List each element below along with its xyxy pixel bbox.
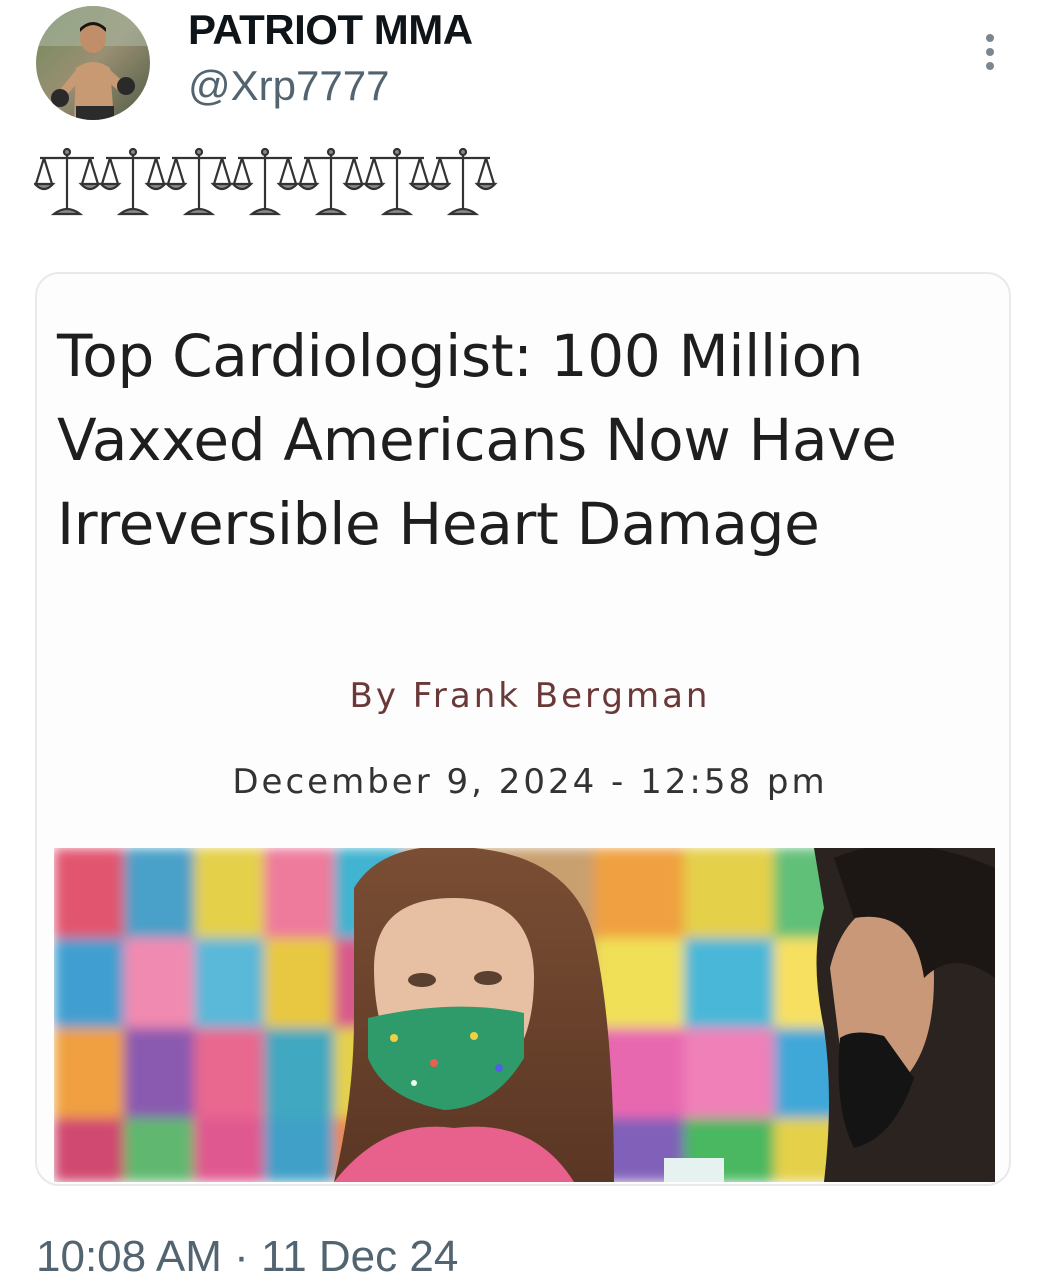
balance-scale-icon-part: [34, 157, 46, 185]
article-headline: Top Cardiologist: 100 Million Vaxxed Ame…: [57, 322, 897, 558]
article-dateline: December 9, 2024 - 12:58 pm: [232, 762, 828, 802]
balance-scale-icon-part: [326, 147, 336, 157]
balance-scale-icon: [428, 147, 498, 216]
balance-scale-icon-part: [154, 157, 166, 185]
balance-scale-icon-part: [438, 157, 450, 185]
balance-scale-icon-part: [278, 157, 290, 185]
balance-scale-icon: [164, 147, 234, 216]
tweet-text: [32, 146, 514, 220]
article-byline: By Frank Bergman: [349, 676, 711, 716]
user-handle[interactable]: @Xrp7777: [188, 62, 389, 110]
balance-scale-icon-part: [410, 157, 422, 185]
balance-scale-icon-part: [100, 157, 112, 185]
balance-scale-icon-part: [474, 182, 498, 191]
more-options-button[interactable]: [970, 28, 1010, 76]
balance-scale-icon-part: [428, 182, 452, 191]
balance-scale-icon-part: [306, 157, 318, 185]
balance-scale-icon-part: [372, 157, 384, 185]
article-image: [54, 848, 995, 1182]
tweet-timestamp[interactable]: 10:08 AM · 11 Dec 24: [36, 1232, 458, 1280]
more-vertical-icon-dot: [986, 62, 994, 70]
balance-scale-icon-part: [484, 157, 496, 185]
balance-scale-icon-part: [430, 157, 442, 185]
balance-scale-icon-part: [42, 157, 54, 185]
balance-scale-icon-part: [230, 182, 254, 191]
balance-scale-icon: [98, 147, 168, 216]
balance-scale-icon-part: [220, 157, 232, 185]
balance-scale-icon: [362, 147, 432, 216]
balance-scale-icon-part: [380, 207, 414, 216]
balance-scale-icon-part: [116, 207, 150, 216]
link-preview-card[interactable]: Top Cardiologist: 100 Million Vaxxed Ame…: [35, 272, 1011, 1186]
balance-scale-icon-part: [446, 207, 480, 216]
balance-scale-icon-part: [144, 182, 168, 191]
balance-scale-icon-part: [182, 207, 216, 216]
balance-scale-icon-part: [164, 182, 188, 191]
balance-scale-icon-part: [276, 182, 300, 191]
balance-scale-icon-part: [362, 182, 386, 191]
balance-scale-icon-part: [128, 147, 138, 157]
balance-scale-icon-part: [174, 157, 186, 185]
balance-scale-icon-part: [458, 147, 468, 157]
balance-scale-icon-part: [240, 157, 252, 185]
balance-scale-icon-part: [62, 147, 72, 157]
balance-scale-icon-part: [32, 182, 56, 191]
balance-scale-icon-part: [260, 147, 270, 157]
balance-scale-icon-part: [364, 157, 376, 185]
balance-scale-icon-part: [80, 157, 92, 185]
balance-scale-icon-part: [210, 182, 234, 191]
balance-scale-icon-part: [298, 157, 310, 185]
balance-scale-icon-part: [408, 182, 432, 191]
display-name[interactable]: PATRIOT MMA: [188, 6, 473, 54]
balance-scale-icon: [296, 147, 366, 216]
balance-scale-icon-part: [98, 182, 122, 191]
balance-scale-icon-row: [32, 147, 498, 216]
balance-scale-icon-part: [314, 207, 348, 216]
balance-scale-icon-part: [108, 157, 120, 185]
balance-scale-icon-part: [352, 157, 364, 185]
avatar[interactable]: [36, 6, 150, 120]
balance-scale-icon-part: [296, 182, 320, 191]
tweet-view: PATRIOT MMA @Xrp7777 Top Cardiologist: 1…: [0, 0, 1047, 1280]
more-vertical-icon-dot: [986, 48, 994, 56]
balance-scale-icon-part: [232, 157, 244, 185]
balance-scale-icon-part: [50, 207, 84, 216]
balance-scale-icon-part: [392, 147, 402, 157]
balance-scale-icon-part: [286, 157, 298, 185]
balance-scale-icon-part: [146, 157, 158, 185]
balance-scale-icon-part: [88, 157, 100, 185]
balance-scale-icon-part: [418, 157, 430, 185]
balance-scale-icon-part: [166, 157, 178, 185]
balance-scale-icon-part: [476, 157, 488, 185]
article-photo-masked-child: [54, 848, 995, 1182]
balance-scale-icon-part: [342, 182, 366, 191]
balance-scale-icon: [230, 147, 300, 216]
more-vertical-icon: [986, 34, 994, 42]
fighter-avatar-icon: [36, 6, 150, 120]
balance-scale-icon-part: [248, 207, 282, 216]
balance-scale-icon-part: [344, 157, 356, 185]
balance-scale-icon-part: [78, 182, 102, 191]
balance-scale-icon-part: [212, 157, 224, 185]
balance-scale-icon: [32, 147, 102, 216]
balance-scale-icon-part: [194, 147, 204, 157]
